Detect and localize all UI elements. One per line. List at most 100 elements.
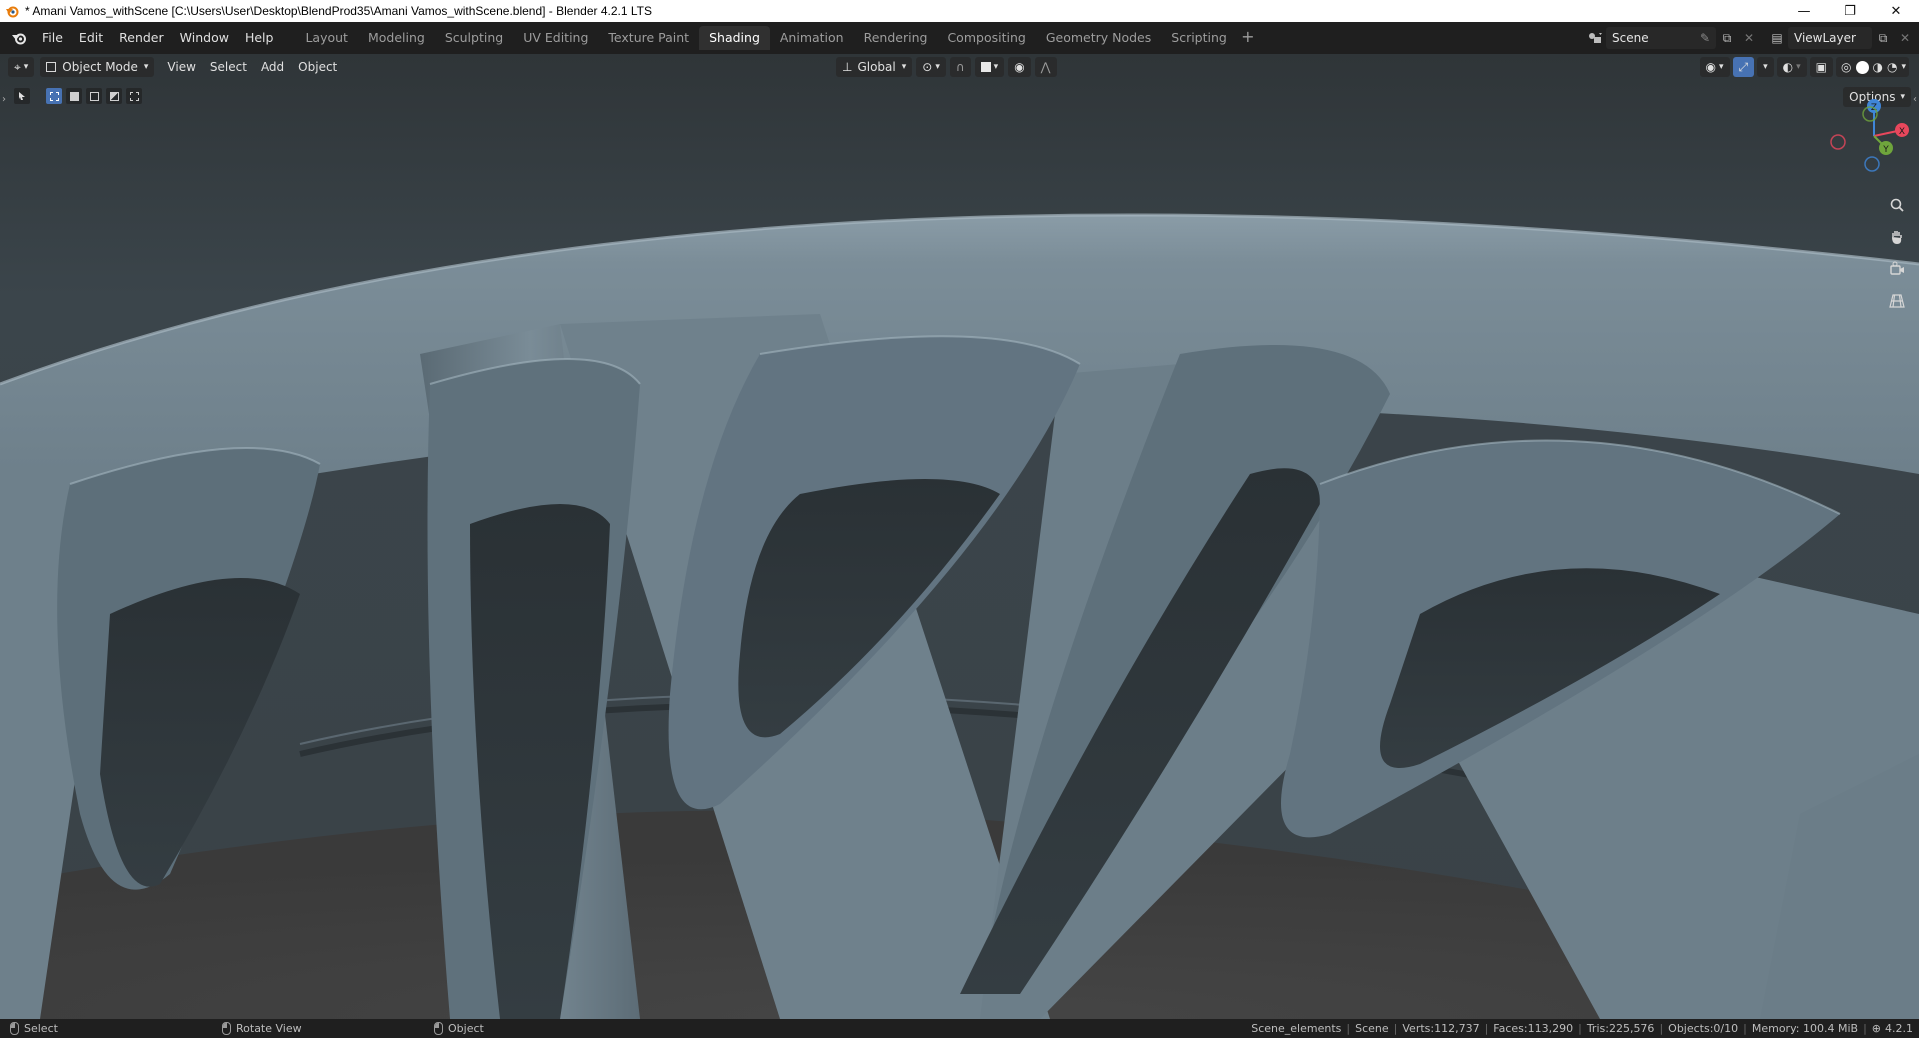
add-workspace-button[interactable]: + xyxy=(1237,26,1259,50)
status-hint-select-label: Select xyxy=(24,1022,58,1035)
proportional-edit-toggle[interactable]: ◉ xyxy=(1008,57,1031,77)
window-controls: — ❐ ✕ xyxy=(1781,0,1919,22)
overlays-toggle[interactable]: ◐ ▾ xyxy=(1776,57,1807,77)
wireframe-shading-icon[interactable]: ◎ xyxy=(1841,60,1851,74)
falloff-icon: ⋀ xyxy=(1040,60,1051,74)
object-mode-dropdown[interactable]: Object Mode ▾ xyxy=(40,57,155,77)
delete-scene-icon[interactable]: ✕ xyxy=(1738,27,1760,49)
xray-toggle[interactable]: ▣ xyxy=(1809,57,1834,77)
pivot-icon: ⊙ xyxy=(922,60,933,74)
menu-render[interactable]: Render xyxy=(111,27,172,49)
status-hint-select: Select xyxy=(10,1019,58,1038)
magnet-icon: ∩ xyxy=(955,60,965,74)
status-hint-rotate: Rotate View xyxy=(222,1019,302,1038)
transform-orientation-dropdown[interactable]: ⊥ Global ▾ xyxy=(836,57,913,77)
snap-target-dropdown[interactable]: ▾ xyxy=(974,57,1005,77)
blender-logo-icon[interactable] xyxy=(6,27,32,49)
3d-viewport[interactable]: ⌖ ▾ Object Mode ▾ View Select Add Object… xyxy=(0,54,1919,1019)
visibility-dropdown[interactable]: ◉ ▾ xyxy=(1699,57,1730,77)
solid-shading-icon[interactable] xyxy=(1855,60,1869,74)
object-mode-label: Object Mode xyxy=(62,60,138,74)
chevron-down-icon: ▾ xyxy=(1763,62,1768,72)
menu-help[interactable]: Help xyxy=(237,27,282,49)
window-titlebar: * Amani Vamos_withScene [C:\Users\User\D… xyxy=(0,0,1919,22)
object-mode-icon xyxy=(46,62,57,72)
new-view-layer-icon[interactable]: ⧉ xyxy=(1872,27,1894,49)
snap-target-icon xyxy=(980,62,991,72)
transform-orientation-label: Global xyxy=(857,60,896,74)
menu-file[interactable]: File xyxy=(34,27,71,49)
stat-objects: Objects:0/10 xyxy=(1668,1022,1739,1035)
tab-layout[interactable]: Layout xyxy=(295,26,358,50)
mouse-middle-icon xyxy=(222,1022,231,1035)
gizmo-toggle[interactable]: ⤢ xyxy=(1732,57,1755,77)
perspective-toggle-icon[interactable] xyxy=(1884,288,1910,314)
menu-object[interactable]: Object xyxy=(291,57,344,77)
sidebar-expand-arrow-icon[interactable]: ‹ xyxy=(1913,94,1917,105)
tweak-tool-icon[interactable] xyxy=(14,88,30,104)
tab-shading[interactable]: Shading xyxy=(699,26,770,50)
scene-icon[interactable] xyxy=(1584,27,1606,49)
select-extend-icon[interactable] xyxy=(66,88,82,104)
menu-edit[interactable]: Edit xyxy=(71,27,111,49)
tab-compositing[interactable]: Compositing xyxy=(937,26,1035,50)
tab-modeling[interactable]: Modeling xyxy=(358,26,435,50)
stat-scene: Scene xyxy=(1355,1022,1389,1035)
delete-view-layer-icon[interactable]: ✕ xyxy=(1894,27,1916,49)
chevron-down-icon: ▾ xyxy=(901,62,907,72)
select-extend-glyph xyxy=(69,91,79,101)
pan-hand-icon[interactable] xyxy=(1884,224,1910,250)
falloff-dropdown[interactable]: ⋀ xyxy=(1034,57,1057,77)
select-new-icon[interactable] xyxy=(46,88,62,104)
window-title: * Amani Vamos_withScene [C:\Users\User\D… xyxy=(25,4,652,18)
select-subtract-icon[interactable] xyxy=(86,88,102,104)
minimize-button[interactable]: — xyxy=(1781,0,1827,22)
rendered-shading-icon[interactable]: ◔ xyxy=(1887,60,1897,74)
menu-view[interactable]: View xyxy=(160,57,202,77)
view-layer-field[interactable]: ViewLayer xyxy=(1788,27,1872,49)
select-intersect-icon[interactable] xyxy=(126,88,142,104)
select-invert-icon[interactable] xyxy=(106,88,122,104)
chevron-down-icon: ▾ xyxy=(143,62,149,72)
material-shading-icon[interactable]: ◑ xyxy=(1873,60,1883,74)
toolbar-expand-arrow-icon[interactable]: › xyxy=(2,94,6,105)
editor-type-icon: ⌖ xyxy=(14,59,21,74)
tab-animation[interactable]: Animation xyxy=(770,26,854,50)
tab-rendering[interactable]: Rendering xyxy=(854,26,938,50)
menu-select[interactable]: Select xyxy=(203,57,254,77)
xray-icon: ▣ xyxy=(1815,60,1828,74)
menu-add[interactable]: Add xyxy=(254,57,291,77)
chevron-down-icon[interactable]: ▾ xyxy=(1901,62,1906,72)
chevron-down-icon: ▾ xyxy=(993,62,999,72)
gizmo-dropdown[interactable]: ▾ xyxy=(1757,57,1774,77)
camera-view-icon[interactable] xyxy=(1884,256,1910,282)
proportional-edit-icon: ◉ xyxy=(1014,60,1025,74)
navigation-gizmo[interactable]: Z X Y xyxy=(1822,92,1912,182)
zoom-icon[interactable] xyxy=(1884,192,1910,218)
tab-uv-editing[interactable]: UV Editing xyxy=(513,26,598,50)
workspace-tabs: Layout Modeling Sculpting UV Editing Tex… xyxy=(295,26,1258,50)
tab-texture-paint[interactable]: Texture Paint xyxy=(598,26,699,50)
scene-field[interactable]: Scene ✎ xyxy=(1606,27,1716,49)
snap-toggle[interactable]: ∩ xyxy=(949,57,971,77)
viewport-header: ⌖ ▾ Object Mode ▾ View Select Add Object… xyxy=(0,54,1919,80)
mouse-left-icon xyxy=(10,1022,19,1035)
close-window-button[interactable]: ✕ xyxy=(1873,0,1919,22)
new-scene-icon[interactable]: ⧉ xyxy=(1716,27,1738,49)
stat-collection: Scene_elements xyxy=(1251,1022,1342,1035)
gizmo-neg-x-handle[interactable] xyxy=(1830,134,1846,150)
gizmo-x-label: X xyxy=(1899,127,1905,137)
pin-icon[interactable]: ✎ xyxy=(1700,31,1710,45)
tab-sculpting[interactable]: Sculpting xyxy=(435,26,513,50)
tab-geometry-nodes[interactable]: Geometry Nodes xyxy=(1036,26,1161,50)
editor-type-button[interactable]: ⌖ ▾ xyxy=(8,57,35,77)
main-menu: File Edit Render Window Help xyxy=(34,27,281,49)
stat-separator: | xyxy=(1863,1022,1867,1035)
navigation-tools xyxy=(1884,192,1910,314)
view-layer-icon[interactable]: ▤ xyxy=(1766,27,1788,49)
restore-button[interactable]: ❐ xyxy=(1827,0,1873,22)
menu-window[interactable]: Window xyxy=(172,27,237,49)
tab-scripting[interactable]: Scripting xyxy=(1161,26,1237,50)
gizmo-neg-z-handle[interactable] xyxy=(1864,156,1880,172)
pivot-point-dropdown[interactable]: ⊙ ▾ xyxy=(916,57,946,77)
